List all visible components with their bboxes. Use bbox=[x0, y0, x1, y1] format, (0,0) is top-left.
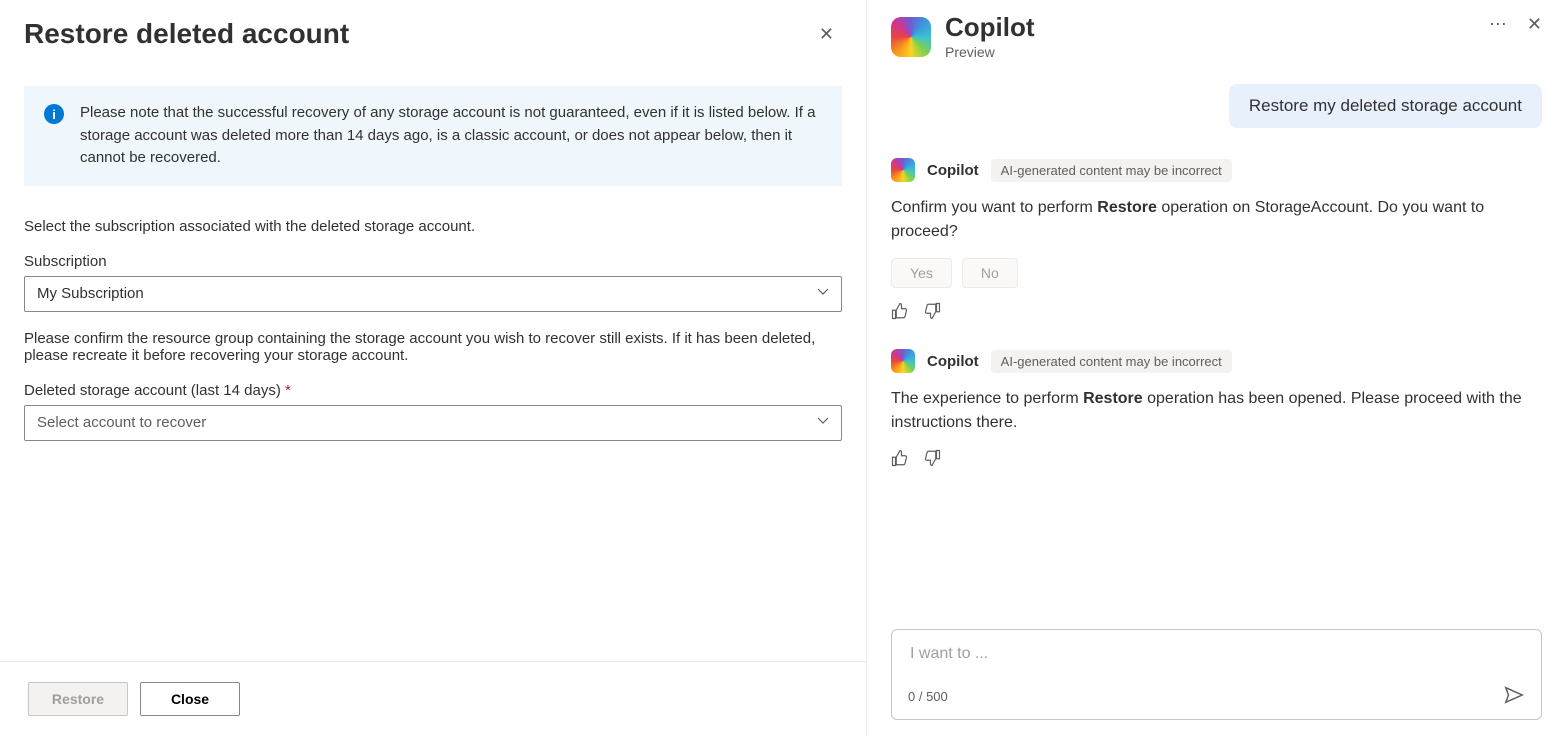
copilot-title: Copilot bbox=[945, 14, 1035, 40]
info-text: Please note that the successful recovery… bbox=[80, 102, 822, 170]
confirm-buttons: Yes No bbox=[891, 258, 1542, 288]
feedback-row bbox=[891, 302, 1542, 323]
thumbs-up-icon[interactable] bbox=[891, 302, 909, 323]
restore-dialog: Restore deleted account ✕ i Please note … bbox=[0, 0, 867, 736]
deleted-account-placeholder: Select account to recover bbox=[37, 414, 206, 431]
char-count: 0 / 500 bbox=[908, 689, 948, 704]
close-copilot-icon[interactable]: ✕ bbox=[1527, 14, 1542, 35]
chat-input-box: 0 / 500 bbox=[891, 629, 1542, 720]
restore-button[interactable]: Restore bbox=[28, 682, 128, 716]
input-bottom-row: 0 / 500 bbox=[908, 684, 1525, 709]
sender-name: Copilot bbox=[927, 353, 979, 370]
copilot-header: Copilot Preview ⋯ ✕ bbox=[891, 14, 1542, 60]
copilot-logo-icon bbox=[891, 349, 915, 373]
copilot-message: Copilot AI-generated content may be inco… bbox=[891, 158, 1542, 323]
deleted-account-select[interactable]: Select account to recover bbox=[24, 405, 842, 441]
copilot-header-right: ⋯ ✕ bbox=[1489, 14, 1542, 35]
more-icon[interactable]: ⋯ bbox=[1489, 14, 1507, 35]
resource-group-prompt: Please confirm the resource group contai… bbox=[24, 330, 842, 364]
deleted-account-label: Deleted storage account (last 14 days) * bbox=[24, 382, 842, 399]
thumbs-up-icon[interactable] bbox=[891, 449, 909, 470]
deleted-account-label-text: Deleted storage account (last 14 days) bbox=[24, 382, 281, 399]
copilot-message: Copilot AI-generated content may be inco… bbox=[891, 349, 1542, 470]
copilot-logo-icon bbox=[891, 17, 931, 57]
subscription-prompt: Select the subscription associated with … bbox=[24, 218, 842, 235]
copilot-panel: Copilot Preview ⋯ ✕ Restore my deleted s… bbox=[867, 0, 1566, 736]
message-header: Copilot AI-generated content may be inco… bbox=[891, 349, 1542, 373]
subscription-label: Subscription bbox=[24, 253, 842, 270]
message-text: Confirm you want to perform Restore oper… bbox=[891, 196, 1542, 244]
info-banner: i Please note that the successful recove… bbox=[24, 86, 842, 186]
thumbs-down-icon[interactable] bbox=[923, 449, 941, 470]
chevron-down-icon bbox=[817, 415, 829, 430]
subscription-select[interactable]: My Subscription bbox=[24, 276, 842, 312]
chat-input[interactable] bbox=[908, 644, 1525, 664]
msg-text-part: Confirm you want to perform bbox=[891, 199, 1097, 216]
msg-text-bold: Restore bbox=[1083, 390, 1143, 407]
chevron-down-icon bbox=[817, 286, 829, 301]
yes-button[interactable]: Yes bbox=[891, 258, 952, 288]
close-icon[interactable]: ✕ bbox=[819, 24, 834, 45]
user-message: Restore my deleted storage account bbox=[1229, 84, 1542, 128]
dialog-footer: Restore Close bbox=[0, 661, 866, 736]
msg-text-part: The experience to perform bbox=[891, 390, 1083, 407]
msg-text-bold: Restore bbox=[1097, 199, 1157, 216]
message-text: The experience to perform Restore operat… bbox=[891, 387, 1542, 435]
chat-body: Restore my deleted storage account Copil… bbox=[891, 84, 1542, 619]
required-indicator: * bbox=[285, 382, 291, 399]
copilot-subtitle: Preview bbox=[945, 44, 1035, 60]
no-button[interactable]: No bbox=[962, 258, 1018, 288]
thumbs-down-icon[interactable] bbox=[923, 302, 941, 323]
ai-disclaimer-badge: AI-generated content may be incorrect bbox=[991, 350, 1232, 373]
copilot-logo-icon bbox=[891, 158, 915, 182]
sender-name: Copilot bbox=[927, 162, 979, 179]
copilot-header-left: Copilot Preview bbox=[891, 14, 1035, 60]
ai-disclaimer-badge: AI-generated content may be incorrect bbox=[991, 159, 1232, 182]
dialog-content: Restore deleted account ✕ i Please note … bbox=[0, 0, 866, 661]
message-header: Copilot AI-generated content may be inco… bbox=[891, 158, 1542, 182]
info-icon: i bbox=[44, 104, 64, 124]
close-button[interactable]: Close bbox=[140, 682, 240, 716]
subscription-value: My Subscription bbox=[37, 285, 144, 302]
dialog-title: Restore deleted account bbox=[24, 18, 842, 50]
feedback-row bbox=[891, 449, 1542, 470]
send-icon[interactable] bbox=[1503, 684, 1525, 709]
